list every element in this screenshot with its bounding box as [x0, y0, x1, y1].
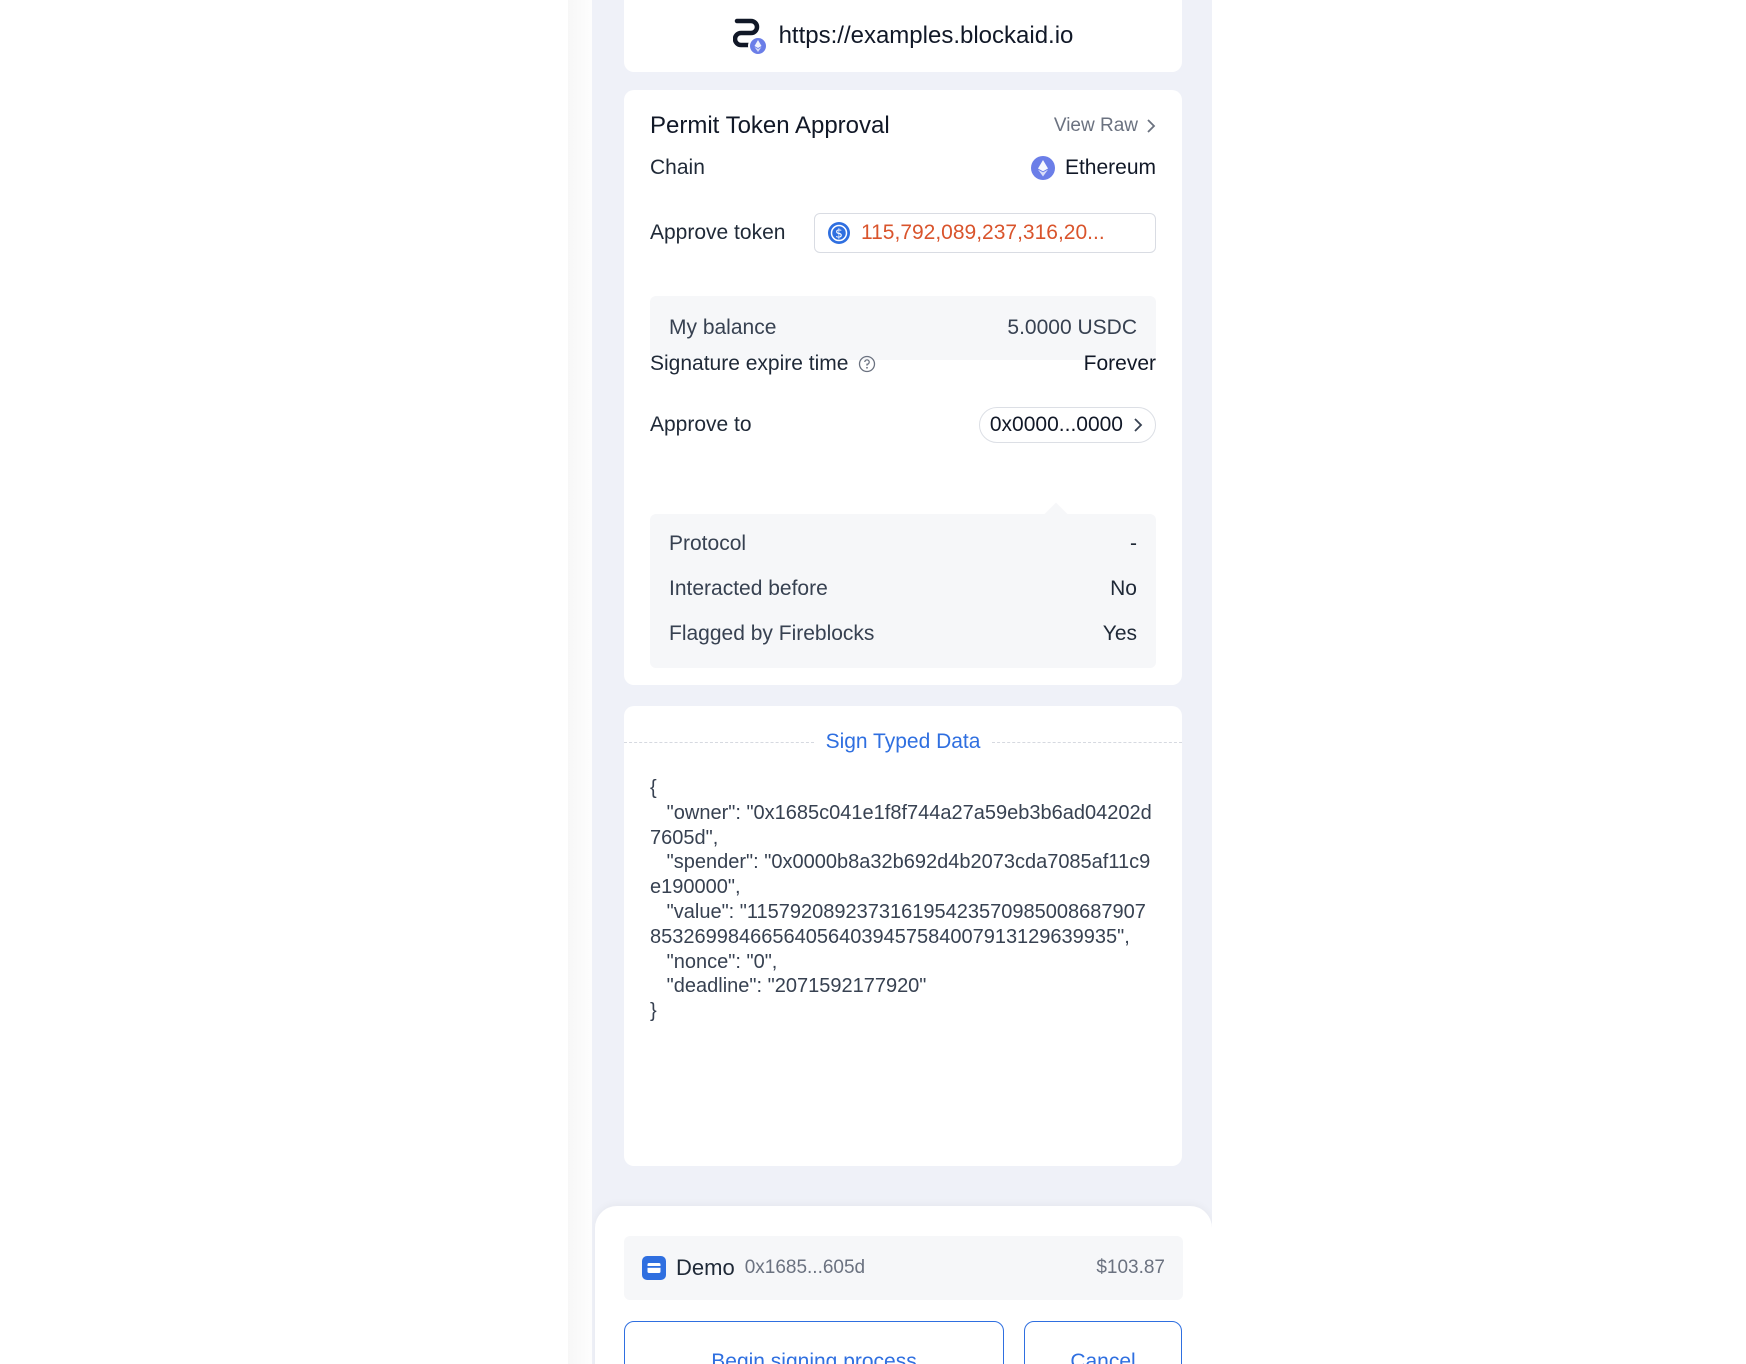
ethereum-icon [1030, 156, 1055, 180]
detail-label: Interacted before [669, 577, 828, 600]
detail-value: Yes [1102, 622, 1137, 645]
account-balance: $103.87 [1096, 1257, 1165, 1278]
usdc-icon: $ [828, 222, 850, 244]
details-caret [1044, 502, 1068, 526]
view-raw-link[interactable]: View Raw [1054, 115, 1156, 137]
expire-value: Forever [1083, 352, 1156, 375]
view-raw-label: View Raw [1053, 115, 1138, 136]
permit-approval-card: Permit Token Approval View Raw Chain Eth… [624, 90, 1182, 685]
account-selector[interactable]: Demo 0x1685...605d $103.87 [624, 1236, 1183, 1300]
begin-signing-label: Begin signing process [711, 1350, 917, 1364]
wallet-icon [642, 1256, 666, 1280]
balance-value: 5.0000 USDC [1007, 316, 1137, 339]
chain-value: Ethereum [1064, 156, 1156, 179]
my-balance-box: My balance 5.0000 USDC [650, 296, 1156, 360]
chain-label: Chain [650, 156, 705, 179]
bottom-sheet: Demo 0x1685...605d $103.87 Begin signing… [595, 1206, 1212, 1364]
expire-label: Signature expire time [650, 352, 849, 375]
approve-to-row: Approve to 0x0000...0000 [650, 406, 1156, 444]
divider [624, 741, 814, 743]
approve-to-label: Approve to [650, 413, 752, 436]
site-url: https://examples.blockaid.io [778, 22, 1074, 49]
balance-label: My balance [669, 316, 777, 339]
cancel-button[interactable]: Cancel [1024, 1321, 1182, 1364]
expire-row: Signature expire time Forever [650, 352, 1156, 376]
approve-token-amount: 115,792,089,237,316,20... [861, 221, 1105, 244]
svg-text:$: $ [835, 227, 843, 241]
approve-token-amount-box[interactable]: $ 115,792,089,237,316,20... [814, 213, 1156, 253]
detail-row: Flagged by Fireblocks Yes [669, 622, 1137, 646]
detail-row: Interacted before No [669, 577, 1137, 601]
chevron-right-icon [1134, 418, 1143, 432]
approve-token-row: Approve token $ 115,792,089,237,316,20..… [650, 213, 1156, 253]
detail-value: No [1110, 577, 1137, 600]
approve-to-address: 0x0000...0000 [989, 413, 1123, 436]
approve-token-label: Approve token [650, 221, 786, 244]
help-icon[interactable] [858, 355, 876, 373]
detail-label: Flagged by Fireblocks [669, 622, 875, 645]
detail-value: - [1130, 532, 1137, 555]
approve-to-address-button[interactable]: 0x0000...0000 [978, 407, 1156, 443]
signing-panel: https://examples.blockaid.io Permit Toke… [592, 0, 1212, 1364]
site-card: https://examples.blockaid.io [624, 0, 1182, 72]
account-name: Demo [676, 1255, 735, 1280]
account-address: 0x1685...605d [744, 1257, 866, 1278]
detail-row: Protocol - [669, 532, 1137, 556]
blockaid-logo-icon [732, 16, 768, 56]
detail-label: Protocol [669, 532, 747, 555]
cancel-label: Cancel [1070, 1350, 1136, 1364]
chain-row: Chain Ethereum [650, 156, 1156, 180]
address-details-box: Protocol - Interacted before No Flagged … [650, 502, 1156, 668]
sign-typed-data-card: Sign Typed Data { "owner": "0x1685c041e1… [624, 706, 1183, 1166]
begin-signing-button[interactable]: Begin signing process [624, 1321, 1004, 1364]
chevron-right-icon [1147, 119, 1156, 133]
divider [992, 741, 1183, 743]
typed-data-title: Sign Typed Data [825, 730, 981, 753]
typed-data-header: Sign Typed Data [624, 730, 1183, 754]
card-title: Permit Token Approval [650, 112, 890, 139]
typed-data-json: { "owner": "0x1685c041e1f8f744a27a59eb3b… [650, 777, 1152, 1023]
